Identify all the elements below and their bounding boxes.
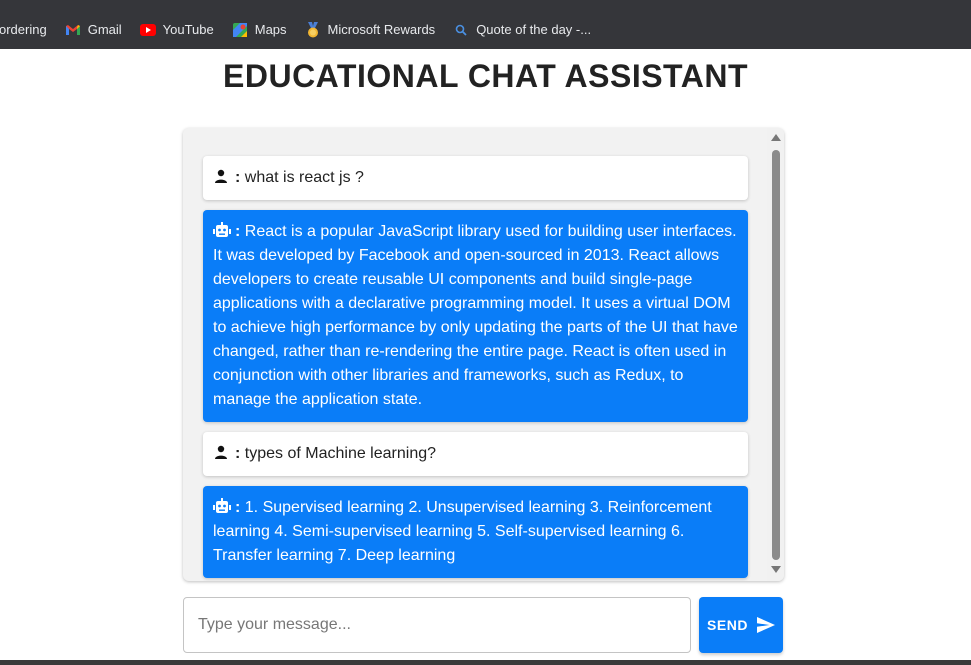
bot-message: : 1. Supervised learning 2. Unsupervised… [203, 486, 748, 578]
message-text: 1. Supervised learning 2. Unsupervised l… [213, 499, 712, 564]
send-button[interactable]: SEND [699, 597, 783, 653]
bookmark-label: Gmail [87, 22, 122, 37]
bot-message: : React is a popular JavaScript library … [203, 210, 748, 422]
bookmark-youtube[interactable]: YouTube [132, 11, 224, 49]
bookmark-maps[interactable]: Maps [224, 11, 297, 49]
bookmark-label: YouTube [162, 22, 214, 37]
scrollbar-thumb[interactable] [772, 150, 780, 560]
chat-window[interactable]: : what is react js ? : React is a popula… [183, 128, 784, 581]
send-icon [756, 617, 775, 633]
message-composer: SEND [183, 597, 783, 653]
search-icon [453, 22, 469, 38]
scroll-down-arrow-icon[interactable] [771, 566, 781, 573]
rewards-icon [305, 22, 321, 38]
page-title: EDUCATIONAL CHAT ASSISTANT [223, 58, 748, 94]
chat-scrollbar[interactable] [767, 128, 784, 581]
bookmark-label: Maps [254, 22, 287, 37]
bookmark-quote-of-the-day[interactable]: Quote of the day -... [445, 11, 601, 49]
gmail-icon [65, 22, 81, 38]
bookmark-label: Quote of the day -... [476, 22, 592, 37]
message-separator: : [235, 499, 241, 516]
maps-icon [232, 22, 248, 38]
bookmarks-bar: ordering Gmail YouTube Maps Microsoft Re… [0, 11, 971, 49]
message-separator: : [235, 169, 241, 186]
user-icon [213, 444, 231, 460]
message-text: React is a popular JavaScript library us… [213, 223, 738, 408]
youtube-icon [139, 22, 156, 38]
message-separator: : [235, 445, 241, 462]
browser-tab-strip [0, 0, 971, 11]
message-input[interactable] [183, 597, 691, 653]
message-list: : what is react js ? : React is a popula… [183, 128, 767, 581]
bookmark-microsoft-rewards[interactable]: Microsoft Rewards [297, 11, 446, 49]
message-separator: : [235, 223, 241, 240]
message-text: types of Machine learning? [244, 445, 437, 462]
user-message: : types of Machine learning? [203, 432, 748, 476]
user-message: : what is react js ? [203, 156, 748, 200]
robot-icon [213, 498, 231, 514]
scroll-up-arrow-icon[interactable] [771, 134, 781, 141]
bookmark-ordering[interactable]: ordering [0, 11, 57, 49]
message-text: what is react js ? [244, 169, 364, 186]
bookmark-label: Microsoft Rewards [327, 22, 436, 37]
send-button-label: SEND [707, 617, 748, 633]
bookmark-label: ordering [0, 22, 47, 37]
bookmark-gmail[interactable]: Gmail [57, 11, 132, 49]
robot-icon [213, 222, 231, 238]
user-icon [213, 168, 231, 184]
taskbar-edge [0, 660, 971, 665]
